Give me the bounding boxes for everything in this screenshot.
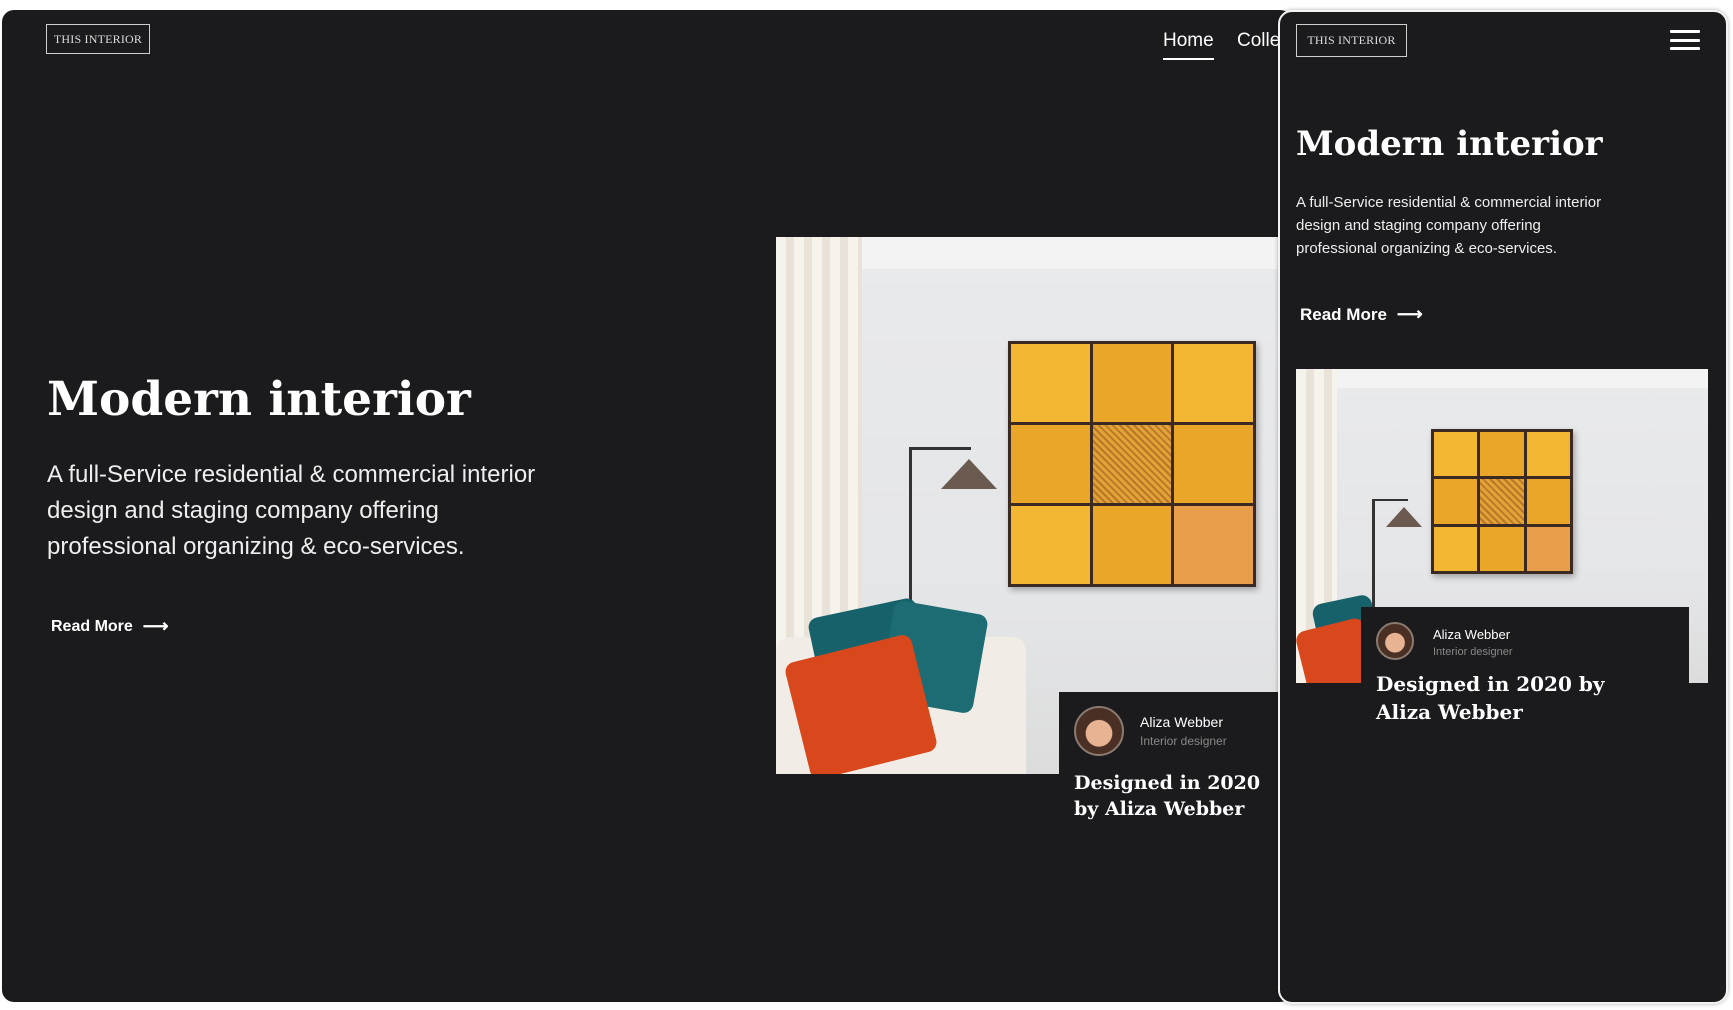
designer-name: Aliza Webber [1433, 627, 1511, 642]
designer-card: Aliza Webber Interior designer Designed … [1361, 607, 1689, 742]
hero-title: Modern interior [47, 372, 471, 427]
designer-card: Aliza Webber Interior designer Designed … [1059, 692, 1284, 842]
hero-description: A full-Service residential & commercial … [1296, 194, 1602, 257]
hamburger-icon[interactable] [1670, 30, 1700, 50]
designer-role: Interior designer [1140, 734, 1227, 748]
logo[interactable]: THIS INTERIOR [46, 24, 150, 54]
avatar [1074, 706, 1124, 756]
caption-title: Designed in 2020 by Aliza Webber [1074, 772, 1261, 820]
desktop-preview: THIS INTERIOR Home Colle Modern interior… [2, 10, 1292, 1002]
read-more-label: Read More [51, 617, 133, 635]
read-more-link[interactable]: Read More ⟶ [1300, 304, 1423, 325]
logo[interactable]: THIS INTERIOR [1296, 24, 1407, 57]
caption-title: Designed in 2020 by Aliza Webber [1376, 672, 1605, 724]
hero-title: Modern interior [1296, 124, 1603, 164]
arrow-right-icon: ⟶ [142, 616, 169, 636]
avatar [1376, 622, 1414, 660]
read-more-link[interactable]: Read More ⟶ [51, 616, 169, 637]
mobile-preview: THIS INTERIOR Modern interior A full-Ser… [1278, 10, 1728, 1004]
nav-collections[interactable]: Colle [1237, 30, 1280, 52]
read-more-label: Read More [1300, 304, 1387, 324]
designer-role: Interior designer [1433, 646, 1513, 658]
designer-name: Aliza Webber [1140, 714, 1224, 730]
hero-description: A full-Service residential & commercial … [47, 461, 536, 560]
nav-home[interactable]: Home [1163, 30, 1214, 60]
arrow-right-icon: ⟶ [1396, 304, 1423, 324]
